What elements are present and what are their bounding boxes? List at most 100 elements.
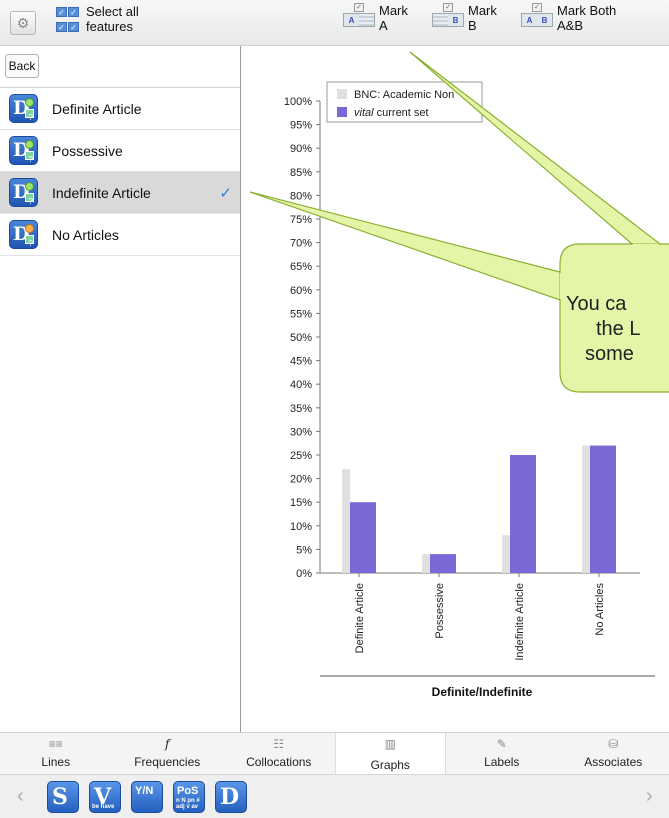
y-tick-label: 60% bbox=[290, 285, 312, 297]
f-icon: f bbox=[165, 737, 170, 751]
mark-both-button[interactable]: ✓ AB Mark Both A&B bbox=[521, 3, 616, 33]
feature-item[interactable]: D? Possessive bbox=[0, 130, 240, 172]
graph-panel: 0% 5% 10% 15% 20% 25% 30% 35% 40% 45% 50% 55% 60% 65%… bbox=[242, 46, 669, 732]
y-tick-label: 5% bbox=[296, 544, 312, 556]
d-tool-icon[interactable]: D bbox=[215, 781, 247, 813]
y-tick-label: 85% bbox=[290, 167, 312, 179]
view-tab-bar: ≡≡ Lines f Frequencies ☷ Collocations ▥ Graphs ✎… bbox=[0, 732, 669, 774]
tool-subtext: n N pn # adj v av bbox=[176, 798, 200, 810]
mark-b-icon: B bbox=[432, 13, 464, 27]
tab-label: Frequencies bbox=[134, 755, 201, 769]
mark-both-icon: AB bbox=[521, 13, 553, 27]
checkbox-icon: ✓ ✓ bbox=[56, 21, 80, 32]
gear-icon: ⚙ bbox=[16, 14, 30, 31]
checkbox-small-icon: ✓ bbox=[354, 3, 364, 12]
d-feature-icon: D? bbox=[9, 136, 38, 165]
y-tick-label: 95% bbox=[290, 120, 312, 132]
callout-line-1: You ca bbox=[566, 293, 627, 315]
tab-label: Graphs bbox=[370, 758, 410, 772]
feature-sidebar: Back D? Definite Article D? Possessive D? Ind… bbox=[0, 46, 241, 732]
bottom-toolbar: ‹ S Vbe have Y/N PoS n N pn # adj v av D › bbox=[0, 774, 669, 818]
bar-vital bbox=[430, 554, 456, 573]
y-tick-label: 45% bbox=[290, 356, 312, 368]
sidebar-header: Back bbox=[0, 46, 240, 88]
feature-label: Possessive bbox=[52, 142, 123, 159]
checkbox-small-icon: ✓ bbox=[443, 3, 453, 12]
feature-item[interactable]: D? Indefinite Article ✓ bbox=[0, 172, 240, 214]
checkbox-small-icon: ✓ bbox=[532, 3, 542, 12]
mark-a-title: Mark bbox=[379, 3, 408, 18]
back-button[interactable]: Back bbox=[5, 54, 39, 78]
tab-frequencies[interactable]: f Frequencies bbox=[112, 733, 224, 774]
feature-label: Definite Article bbox=[52, 100, 142, 117]
lines-icon: ≡≡ bbox=[48, 737, 63, 751]
mark-both-sub: A&B bbox=[557, 18, 584, 33]
y-tick-label: 100% bbox=[284, 96, 312, 108]
feature-list: D? Definite Article D? Possessive D? Indefini… bbox=[0, 88, 240, 256]
bar-vital bbox=[590, 445, 616, 573]
chevron-left-icon[interactable]: ‹ bbox=[17, 785, 24, 808]
y-tick-label: 10% bbox=[290, 521, 312, 533]
x-tick-label: No Articles bbox=[594, 583, 606, 636]
chevron-right-icon[interactable]: › bbox=[646, 785, 653, 808]
y-tick-label: 0% bbox=[296, 568, 312, 580]
collocations-icon: ☷ bbox=[273, 737, 285, 751]
tool-glyph: Y/N bbox=[135, 785, 154, 797]
feature-item[interactable]: D? No Articles bbox=[0, 214, 240, 256]
bar-vital bbox=[510, 455, 536, 573]
bar-bnc bbox=[582, 445, 590, 573]
tool-glyph: D bbox=[220, 784, 240, 810]
select-all-features[interactable]: ✓ ✓ Select all ✓ ✓ features bbox=[56, 4, 139, 34]
top-toolbar: ⚙ ✓✓ Select all ✓✓ features ✓ A Mark A bbox=[0, 0, 669, 46]
tool-subtext: be have bbox=[92, 804, 115, 810]
tool-glyph: S bbox=[52, 784, 68, 810]
mark-b-button[interactable]: ✓ B Mark B bbox=[432, 3, 497, 33]
y-tick-label: 90% bbox=[290, 143, 312, 155]
feature-label: No Articles bbox=[52, 226, 119, 243]
tab-graphs[interactable]: ▥ Graphs bbox=[334, 733, 446, 774]
x-tick-label: Definite Article bbox=[354, 583, 366, 653]
v-tool-icon[interactable]: Vbe have bbox=[89, 781, 121, 813]
mark-a-sub: A bbox=[379, 18, 388, 33]
bar-bnc bbox=[342, 469, 350, 573]
feature-item[interactable]: D? Definite Article bbox=[0, 88, 240, 130]
y-tick-label: 65% bbox=[290, 261, 312, 273]
yn-tool-icon[interactable]: Y/N bbox=[131, 781, 163, 813]
checkbox-icon: ✓ ✓ bbox=[56, 6, 80, 17]
tab-label: Lines bbox=[41, 755, 71, 769]
x-axis-label: Definite/Indefinite bbox=[432, 685, 533, 699]
tab-associates[interactable]: ⛁ Associates bbox=[558, 733, 669, 774]
mark-b-sub: B bbox=[468, 18, 477, 33]
y-tick-label: 30% bbox=[290, 426, 312, 438]
tab-labels[interactable]: ✎ Labels bbox=[446, 733, 558, 774]
x-tick-label: Possessive bbox=[434, 583, 446, 639]
tool-glyph: PoS bbox=[177, 785, 199, 797]
s-tool-icon[interactable]: S bbox=[47, 781, 79, 813]
callout-line-2: the L bbox=[596, 318, 641, 340]
settings-button[interactable]: ⚙ bbox=[10, 11, 36, 35]
legend-swatch-vital bbox=[337, 107, 347, 117]
tab-lines[interactable]: ≡≡ Lines bbox=[0, 733, 112, 774]
y-tick-label: 55% bbox=[290, 308, 312, 320]
y-tick-label: 35% bbox=[290, 403, 312, 415]
checkmark-icon: ✓ bbox=[219, 185, 232, 202]
pos-tool-icon[interactable]: PoS n N pn # adj v av bbox=[173, 781, 205, 813]
bar-vital bbox=[350, 502, 376, 573]
tab-label: Collocations bbox=[246, 755, 312, 769]
legend-swatch-bnc bbox=[337, 89, 347, 99]
y-tick-label: 20% bbox=[290, 474, 312, 486]
tab-collocations[interactable]: ☷ Collocations bbox=[223, 733, 335, 774]
callout-line-3: some bbox=[585, 343, 634, 365]
mark-b-title: Mark bbox=[468, 3, 497, 18]
select-all-sublabel: features bbox=[86, 19, 133, 34]
d-feature-icon: D? bbox=[9, 94, 38, 123]
y-tick-label: 75% bbox=[290, 214, 312, 226]
mark-both-title: Mark Both bbox=[557, 3, 617, 18]
graphs-icon: ▥ bbox=[384, 737, 396, 751]
mark-a-icon: A bbox=[343, 13, 375, 27]
legend-label-bnc: BNC: Academic Non bbox=[354, 89, 454, 101]
mark-a-button[interactable]: ✓ A Mark A bbox=[343, 3, 408, 33]
labels-icon: ✎ bbox=[496, 737, 507, 751]
d-feature-icon: D? bbox=[9, 220, 38, 249]
legend-label-vital: vital current set bbox=[354, 107, 429, 119]
